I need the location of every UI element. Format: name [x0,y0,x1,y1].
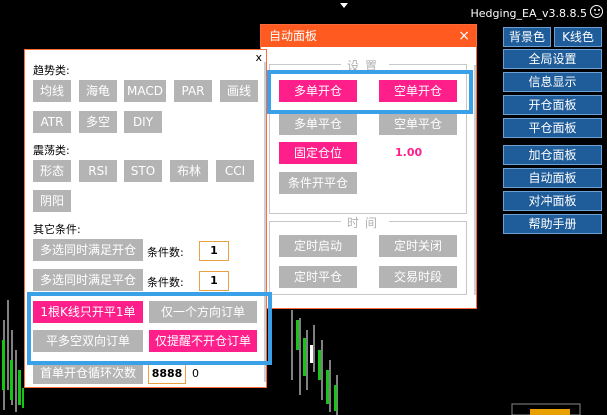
other-conditions-label: 其它条件: [33,223,81,236]
osc-yinyang-button[interactable]: 阴阳 [33,190,71,212]
osc-pattern-button[interactable]: 形态 [33,160,71,182]
ea-version-label: Hedging_EA_v3.8.8.5 [470,7,587,20]
cond-count-label: 条件数: [147,246,184,259]
trend-diy-button[interactable]: DIY [124,111,162,133]
multi-close-button[interactable]: 多单平仓 [279,113,357,135]
shift-marker-icon [340,3,348,8]
bg-color-button[interactable]: 背景色 [503,27,551,47]
fixed-lot-value: 1.00 [395,146,423,159]
osc-bollinger-button[interactable]: 布林 [170,160,208,182]
menu-add-panel[interactable]: 加仓面板 [503,145,602,165]
highlight-open-buttons [267,70,473,114]
trend-turtle-button[interactable]: 海龟 [79,80,117,102]
trend-atr-button[interactable]: ATR [33,111,71,133]
menu-close-panel[interactable]: 平仓面板 [503,118,602,138]
close-icon[interactable]: × [458,25,470,47]
timer-start-button[interactable]: 定时启动 [279,235,357,257]
osc-sto-button[interactable]: STO [124,160,162,182]
time-section-title: 时间 [341,214,390,231]
timer-flat-button[interactable]: 定时平仓 [279,266,357,288]
loop-count-button[interactable]: 首单开仓循环次数 [33,362,143,384]
loop-count-input[interactable]: 8888 [148,364,186,384]
smiley-icon [590,5,603,18]
auto-panel: 自动面板 × 设置 多单开仓 空单开仓 多单平仓 空单平仓 固定仓位 1.00 … [260,24,477,309]
close-icon[interactable]: x [255,51,262,64]
kline-color-button[interactable]: K线色 [554,27,602,47]
trend-label: 趋势类: [33,64,70,77]
auto-panel-scrollbar[interactable] [474,65,476,295]
timer-stop-button[interactable]: 定时关闭 [379,235,457,257]
menu-global-settings[interactable]: 全局设置 [503,49,602,69]
cond-count-close-input[interactable]: 1 [199,271,229,291]
cond-open-close-button[interactable]: 条件开平仓 [279,172,357,194]
short-close-button[interactable]: 空单平仓 [379,113,457,135]
trade-session-button[interactable]: 交易时段 [379,266,457,288]
menu-hedge-panel[interactable]: 对冲面板 [503,191,602,211]
auto-panel-title: 自动面板 [269,29,318,43]
menu-info-display[interactable]: 信息显示 [503,72,602,92]
menu-open-panel[interactable]: 开仓面板 [503,95,602,115]
trend-longshort-button[interactable]: 多空 [79,111,117,133]
menu-help-manual[interactable]: 帮助手册 [503,214,602,234]
osc-cci-button[interactable]: CCI [216,160,254,182]
multi-open-condition-button[interactable]: 多选同时满足开仓 [33,239,143,261]
loop-count-extra: 0 [192,367,199,380]
trend-par-button[interactable]: PAR [174,80,212,102]
oscillator-label: 震荡类: [33,144,70,157]
cond-count-label: 条件数: [147,276,184,289]
auto-panel-header: 自动面板 × [261,25,476,47]
trend-drawline-button[interactable]: 画线 [220,80,258,102]
cond-count-open-input[interactable]: 1 [199,241,229,261]
trend-ma-button[interactable]: 均线 [33,80,71,102]
osc-rsi-button[interactable]: RSI [79,160,117,182]
highlight-condition-buttons [27,292,272,365]
fixed-lot-button[interactable]: 固定仓位 [279,142,357,164]
menu-auto-panel[interactable]: 自动面板 [503,168,602,188]
multi-close-condition-button[interactable]: 多选同时满足平仓 [33,269,143,291]
trend-macd-button[interactable]: MACD [124,80,166,102]
